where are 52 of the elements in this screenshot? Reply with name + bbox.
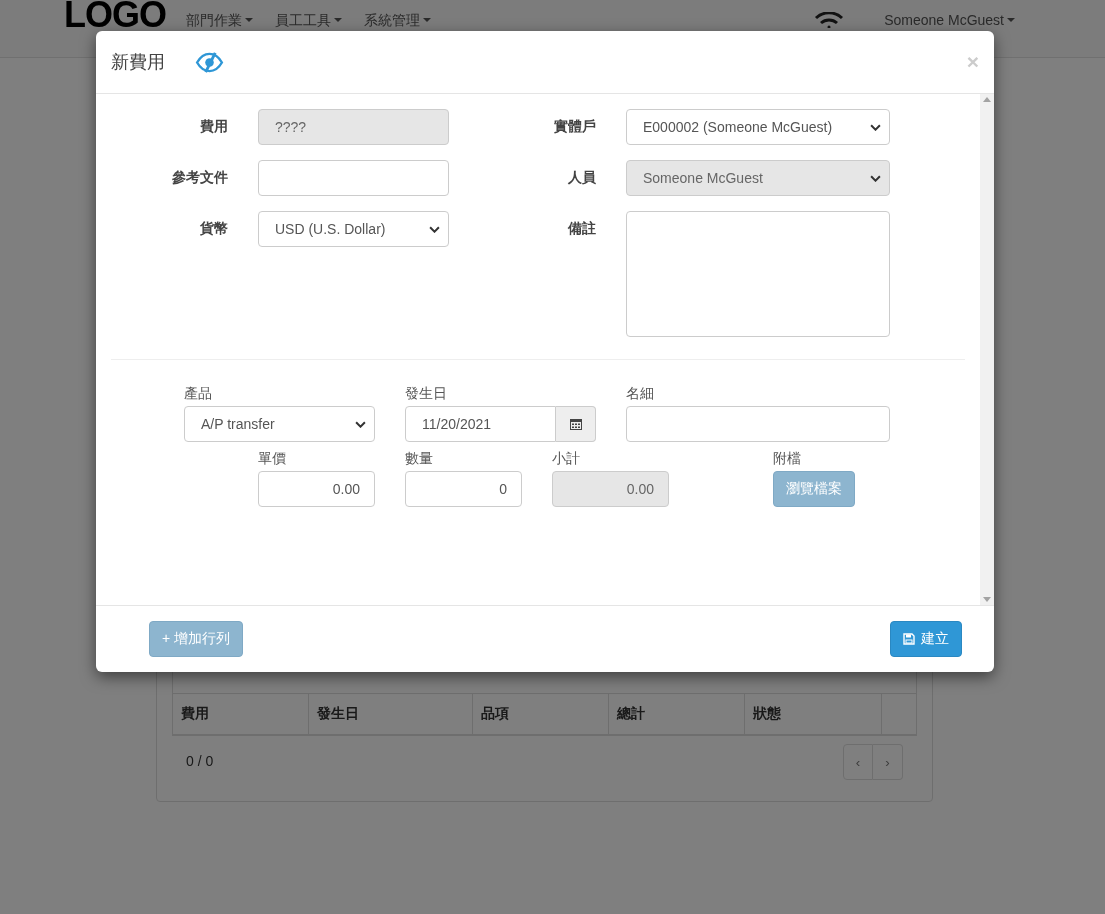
field-label: 小計	[552, 450, 581, 468]
column-header: 狀態	[745, 694, 882, 734]
select-field[interactable]: A/P transfer	[184, 406, 375, 442]
field-label: 名細	[626, 385, 655, 403]
chevron-icon	[429, 225, 440, 233]
create-button[interactable]: 建立	[890, 621, 962, 657]
pager-button[interactable]: ›	[873, 744, 903, 780]
number-field[interactable]: 0.00	[258, 471, 375, 507]
caret-icon	[1007, 18, 1015, 22]
column-header: 品項	[473, 694, 609, 734]
column-header: 費用	[173, 694, 309, 734]
select-field[interactable]: E000002 (Someone McGuest)	[626, 109, 890, 145]
chevron-icon	[870, 174, 881, 182]
field-label: 人員	[567, 168, 596, 187]
calendar-button[interactable]	[556, 406, 596, 442]
input-field[interactable]	[626, 406, 890, 442]
field-label: 單價	[258, 450, 287, 468]
nav-menu[interactable]: 部門作業	[186, 12, 253, 28]
logo[interactable]: LOGO	[64, 0, 166, 30]
field-label: 備註	[567, 219, 596, 238]
chevron-icon	[870, 123, 881, 131]
eye-slash-icon[interactable]	[195, 51, 224, 73]
field-label: 費用	[199, 117, 228, 136]
pager-button[interactable]: ‹	[843, 744, 873, 780]
field-label: 參考文件	[171, 168, 228, 187]
field-label: 發生日	[405, 385, 448, 403]
nav-menu[interactable]: 系統管理	[364, 12, 431, 28]
chevron-icon	[355, 420, 366, 428]
scrollbar[interactable]	[980, 94, 994, 605]
field-label: 數量	[405, 450, 434, 468]
field-label: 貨幣	[199, 219, 228, 238]
textarea-field[interactable]	[626, 211, 890, 337]
number-field[interactable]: 0	[405, 471, 522, 507]
input-field[interactable]	[258, 160, 449, 196]
field-label: 附檔	[773, 450, 802, 468]
scroll-down-icon[interactable]	[983, 597, 991, 602]
column-header: 發生日	[309, 694, 473, 734]
record-count: 0 / 0	[186, 753, 214, 769]
column-header: 總計	[609, 694, 745, 734]
wifi-icon	[814, 12, 845, 28]
date-field[interactable]: 11/20/2021	[405, 406, 556, 442]
caret-icon	[245, 18, 253, 22]
caret-icon	[423, 18, 431, 22]
nav-menu[interactable]: 員工工具	[275, 12, 342, 28]
scroll-up-icon[interactable]	[983, 97, 991, 102]
dialog-title: 新費用	[111, 51, 165, 74]
select-field[interactable]: USD (U.S. Dollar)	[258, 211, 449, 247]
caret-icon	[334, 18, 342, 22]
field-label: 實體戶	[553, 117, 596, 136]
user-menu[interactable]: Someone McGuest	[884, 12, 1015, 28]
calendar-icon	[569, 418, 582, 430]
field-label: 產品	[184, 385, 213, 403]
